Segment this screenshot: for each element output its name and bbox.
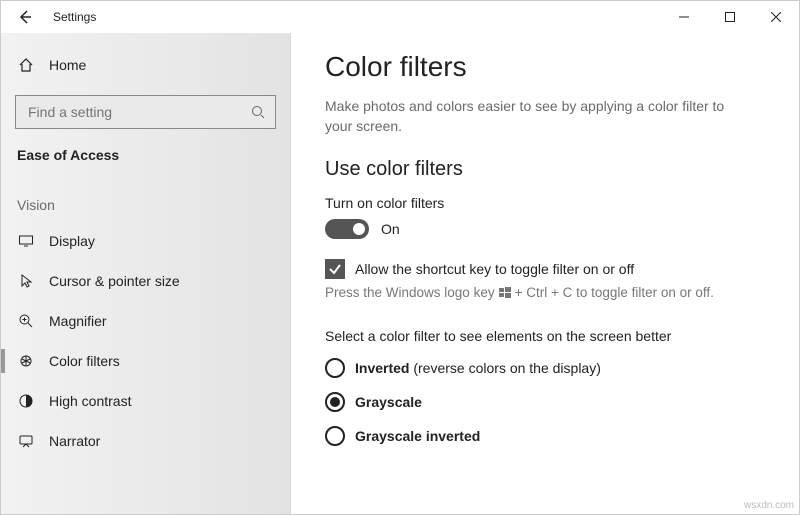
titlebar: Settings (1, 1, 799, 33)
sidebar-category: Vision (1, 177, 290, 221)
main-panel: Color filters Make photos and colors eas… (291, 33, 799, 514)
color-filters-icon (17, 352, 35, 370)
magnifier-icon (17, 312, 35, 330)
high-contrast-icon (17, 392, 35, 410)
radio-grayscale-inverted[interactable]: Grayscale inverted (325, 426, 765, 446)
page-description: Make photos and colors easier to see by … (325, 97, 745, 136)
maximize-button[interactable] (707, 1, 753, 33)
sidebar-item-magnifier[interactable]: Magnifier (1, 301, 290, 341)
home-label: Home (49, 57, 86, 73)
radio-grayscale[interactable]: Grayscale (325, 392, 765, 412)
sidebar-item-high-contrast[interactable]: High contrast (1, 381, 290, 421)
radio-label: Grayscale (355, 394, 422, 410)
sidebar: Home Ease of Access Vision Display Curso… (1, 33, 291, 514)
home-nav[interactable]: Home (1, 45, 290, 85)
shortcut-hint: Press the Windows logo key + Ctrl + C to… (325, 285, 765, 300)
search-icon (251, 105, 265, 119)
radio-label: Grayscale inverted (355, 428, 480, 444)
radio-button[interactable] (325, 358, 345, 378)
sidebar-group-header: Ease of Access (1, 147, 290, 163)
windows-logo-icon (499, 287, 511, 299)
color-filters-toggle[interactable] (325, 219, 369, 239)
sidebar-item-label: High contrast (49, 393, 131, 409)
radio-button[interactable] (325, 392, 345, 412)
sidebar-item-label: Narrator (49, 433, 100, 449)
watermark: wsxdn.com (744, 500, 794, 511)
sidebar-item-narrator[interactable]: Narrator (1, 421, 290, 461)
close-icon (771, 12, 781, 22)
hint-post: + Ctrl + C to toggle filter on or off. (515, 285, 714, 300)
display-icon (17, 232, 35, 250)
minimize-button[interactable] (661, 1, 707, 33)
section-heading: Use color filters (325, 158, 765, 181)
checkbox-label: Allow the shortcut key to toggle filter … (355, 261, 634, 277)
toggle-state-text: On (381, 221, 400, 237)
hint-pre: Press the Windows logo key (325, 285, 495, 300)
window-title: Settings (49, 10, 96, 24)
cursor-icon (17, 272, 35, 290)
check-icon (328, 262, 342, 276)
radio-inverted[interactable]: Inverted (reverse colors on the display) (325, 358, 765, 378)
home-icon (17, 56, 35, 74)
back-arrow-icon (17, 9, 33, 25)
page-title: Color filters (325, 51, 765, 83)
radio-label: Inverted (reverse colors on the display) (355, 360, 601, 376)
radio-prompt: Select a color filter to see elements on… (325, 328, 765, 344)
sidebar-item-color-filters[interactable]: Color filters (1, 341, 290, 381)
sidebar-item-label: Display (49, 233, 95, 249)
maximize-icon (725, 12, 735, 22)
sidebar-item-label: Cursor & pointer size (49, 273, 180, 289)
sidebar-item-display[interactable]: Display (1, 221, 290, 261)
sidebar-item-cursor[interactable]: Cursor & pointer size (1, 261, 290, 301)
minimize-icon (679, 12, 689, 22)
back-button[interactable] (1, 1, 49, 33)
shortcut-checkbox[interactable] (325, 259, 345, 279)
toggle-label: Turn on color filters (325, 195, 765, 211)
search-box[interactable] (15, 95, 276, 129)
search-input[interactable] (26, 103, 251, 121)
narrator-icon (17, 432, 35, 450)
radio-button[interactable] (325, 426, 345, 446)
close-button[interactable] (753, 1, 799, 33)
sidebar-item-label: Color filters (49, 353, 120, 369)
sidebar-item-label: Magnifier (49, 313, 107, 329)
